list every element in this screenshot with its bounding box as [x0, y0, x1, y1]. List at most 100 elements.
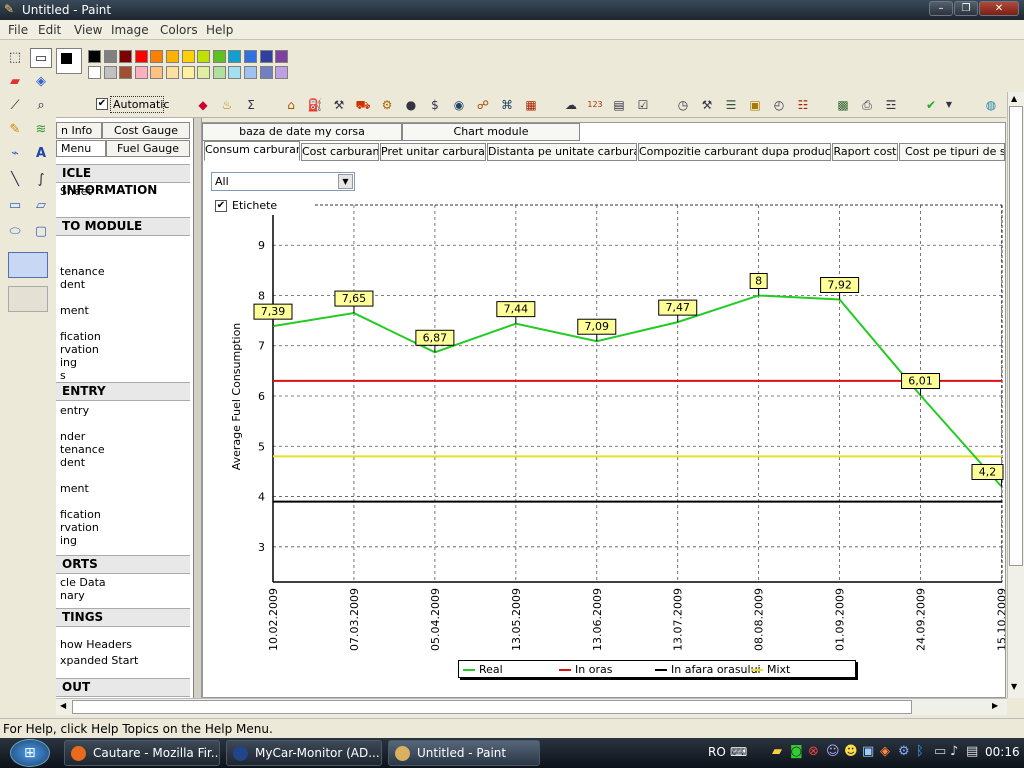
palette-swatch[interactable] [259, 66, 273, 79]
ellipse-icon[interactable]: ⬭ [4, 222, 26, 242]
nav-item[interactable]: ment [60, 304, 89, 317]
labels-toggle[interactable]: ✔ Etichete [215, 199, 295, 214]
eye-icon[interactable]: ◉ [450, 96, 468, 114]
tab-menu[interactable]: Menu [56, 140, 106, 157]
nav-item[interactable]: tenance [60, 265, 105, 278]
nav-item[interactable]: entry [60, 404, 89, 417]
comment-icon[interactable]: ☁ [562, 96, 580, 114]
menu-edit[interactable]: Edit [38, 23, 61, 37]
clock[interactable]: 00:16 [985, 745, 1020, 759]
menu-file[interactable]: File [8, 23, 28, 37]
sum-icon[interactable]: Σ [242, 96, 260, 114]
tab-info[interactable]: n Info [56, 122, 102, 139]
list-check-icon[interactable]: ☷ [794, 96, 812, 114]
section-settings[interactable]: TINGS [56, 608, 190, 627]
palette-swatch[interactable] [103, 66, 117, 79]
palette-swatch[interactable] [88, 50, 101, 63]
section-reports[interactable]: ORTS [56, 555, 190, 574]
nav-item[interactable]: rvation [60, 521, 99, 534]
menu-colors[interactable]: Colors [160, 23, 198, 37]
palette-swatch[interactable] [228, 50, 242, 63]
scroll-left-icon[interactable]: ◀ [60, 701, 66, 710]
palette-swatch[interactable] [150, 50, 164, 63]
panel-splitter[interactable] [194, 118, 202, 698]
tab-cost-gauge[interactable]: Cost Gauge [102, 122, 190, 139]
nav-item[interactable]: Sheet [60, 185, 92, 198]
etichete-checkbox[interactable]: ✔ [215, 200, 227, 212]
palette-swatch[interactable] [197, 66, 211, 79]
chart-tab-consum[interactable]: Consum carburant [204, 141, 300, 161]
nav-item[interactable]: cle Data [60, 576, 106, 589]
tools-icon[interactable]: ⚒ [330, 96, 348, 114]
eight-ball-icon[interactable]: ● [402, 96, 420, 114]
eraser-icon[interactable]: ▰ [4, 72, 26, 92]
fill-icon[interactable]: ◈ [30, 72, 52, 92]
nav-item[interactable]: dent [60, 278, 85, 291]
close-button[interactable]: ✕ [979, 1, 1019, 16]
section-auto-module[interactable]: TO MODULE [56, 217, 190, 236]
vertical-scroll-thumb[interactable] [1009, 106, 1023, 566]
tray-user-icon[interactable]: ☺ [826, 744, 840, 759]
language-indicator[interactable]: RO [708, 745, 726, 759]
calculator-icon[interactable]: ▤ [610, 96, 628, 114]
automatic-checkbox[interactable]: ✔ [96, 98, 108, 110]
nav-item[interactable]: ing [60, 534, 77, 547]
eraser-tool-icon[interactable]: ◆ [194, 96, 212, 114]
service-icon[interactable]: ⚙ [378, 96, 396, 114]
fill-style-option-2[interactable] [8, 286, 48, 312]
palette-swatch[interactable] [166, 50, 179, 63]
section-about[interactable]: OUT [56, 678, 190, 697]
current-colors[interactable] [56, 48, 82, 74]
chart-tab-cost[interactable]: Cost carburant [301, 143, 379, 161]
nav-item[interactable]: tenance [60, 443, 105, 456]
car-icon[interactable]: ⛟ [354, 96, 372, 114]
palette-swatch[interactable] [119, 50, 133, 63]
numbers-icon[interactable]: 123 [586, 96, 604, 114]
nav-item[interactable]: ing [60, 356, 77, 369]
chart-tab-compozitie[interactable]: Compozitie carburant dupa producatori [638, 143, 831, 161]
print-icon[interactable]: ⎙ [858, 96, 876, 114]
network-icon[interactable]: ⌘ [498, 96, 516, 114]
maximize-button[interactable]: ❐ [954, 1, 978, 16]
people-icon[interactable]: ☍ [474, 96, 492, 114]
schedule-icon[interactable]: ◴ [770, 96, 788, 114]
palette-swatch[interactable] [103, 50, 117, 63]
clock-icon[interactable]: ◷ [674, 96, 692, 114]
scroll-down-icon[interactable]: ▼ [1011, 682, 1017, 691]
chart-tab-pret-unitar[interactable]: Pret unitar carburant [380, 143, 486, 161]
hammer-icon[interactable]: ⚒ [698, 96, 716, 114]
section-entry[interactable]: ENTRY [56, 382, 190, 401]
airbrush-icon[interactable]: ⌁ [4, 144, 26, 164]
tray-monitor-icon[interactable]: ▭ [934, 744, 946, 759]
filter-dropdown[interactable]: All ▼ [211, 172, 355, 191]
palette-swatch[interactable] [150, 66, 164, 79]
database-icon[interactable]: ☰ [722, 96, 740, 114]
taskbar-item-mycar[interactable]: MyCar-Monitor (AD... [226, 740, 382, 766]
palette-swatch[interactable] [259, 50, 273, 63]
palette-swatch[interactable] [181, 66, 195, 79]
vertical-scrollbar[interactable]: ▲ ▼ [1007, 92, 1024, 698]
ok-check-icon[interactable]: ✔ [922, 96, 940, 114]
palette-swatch[interactable] [244, 66, 257, 79]
horizontal-scrollbar[interactable]: ◀ ▶ [56, 698, 1007, 715]
polygon-icon[interactable]: ▱ [30, 196, 52, 216]
tray-chevron-icon[interactable]: ▤ [966, 744, 978, 759]
export-icon[interactable]: ☲ [882, 96, 900, 114]
chart-tab-cost-servicii[interactable]: Cost pe tipuri de ser [899, 143, 1005, 161]
nav-item[interactable]: nary [60, 589, 85, 602]
minimize-button[interactable]: – [929, 1, 953, 16]
palette-swatch[interactable] [197, 50, 211, 63]
report-icon[interactable]: ▦ [522, 96, 540, 114]
palette-swatch[interactable] [275, 50, 289, 63]
money-icon[interactable]: $ [426, 96, 444, 114]
nav-item[interactable]: nder [60, 430, 85, 443]
document-check-icon[interactable]: ☑ [634, 96, 652, 114]
magnifier-icon[interactable]: ⌕ [30, 96, 52, 116]
fuel-pump-icon[interactable]: ⛽ [306, 96, 324, 114]
tab-fuel-gauge[interactable]: Fuel Gauge [106, 140, 190, 157]
palette-swatch[interactable] [88, 66, 101, 79]
rectangle-icon[interactable]: ▭ [4, 196, 26, 216]
pencil-icon[interactable]: ✎ [4, 120, 26, 140]
palette-swatch[interactable] [244, 50, 257, 63]
tray-network-icon[interactable]: ▣ [862, 744, 874, 759]
